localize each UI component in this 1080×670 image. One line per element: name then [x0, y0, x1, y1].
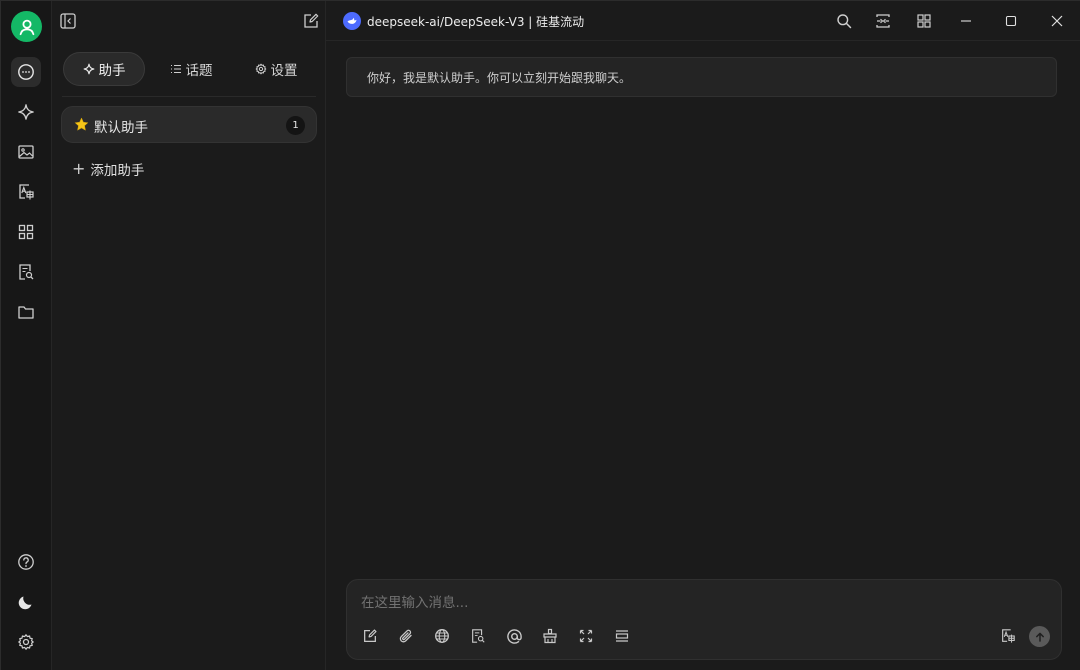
- sparkle-icon: [83, 63, 94, 75]
- user-icon: [19, 19, 34, 35]
- new-context-button[interactable]: [612, 626, 632, 646]
- rail-help-button[interactable]: [11, 547, 41, 577]
- grid-icon: [18, 224, 34, 240]
- translate-icon: [1002, 629, 1015, 643]
- arrow-up-icon: [1035, 632, 1044, 642]
- tab-label: 话题: [185, 63, 213, 79]
- icon-rail: [1, 1, 52, 670]
- search-icon: [837, 14, 852, 29]
- list-icon: [170, 64, 181, 74]
- user-avatar[interactable]: [11, 11, 42, 42]
- file-search-icon: [19, 264, 34, 280]
- plus-icon: +: [72, 159, 86, 178]
- gear-icon: [18, 634, 34, 650]
- tab-label: 设置: [270, 63, 298, 79]
- folder-icon: [18, 306, 34, 319]
- minimize-icon: [961, 20, 971, 22]
- sidebar-tabs: 助手 话题 设置: [62, 52, 316, 86]
- file-search-icon: [472, 629, 485, 643]
- rail-apps-button[interactable]: [11, 217, 41, 247]
- grid-icon: [917, 14, 931, 28]
- sidebar-header: [52, 1, 326, 41]
- star-icon: [74, 117, 89, 131]
- translate-input-button[interactable]: [998, 626, 1018, 646]
- fit-width-icon: [876, 14, 890, 28]
- attach-button[interactable]: [396, 626, 416, 646]
- mention-model-button[interactable]: [504, 626, 524, 646]
- rail-image-button[interactable]: [11, 137, 41, 167]
- at-sign-icon: [506, 628, 522, 644]
- message-text: 你好，我是默认助手。你可以立刻开始跟我聊天。: [367, 70, 632, 85]
- send-button[interactable]: [1029, 626, 1050, 647]
- model-selector[interactable]: deepseek-ai/DeepSeek-V3 | 硅基流动: [343, 12, 584, 30]
- assistant-label: 默认助手: [94, 120, 148, 136]
- new-topic-button[interactable]: [299, 9, 323, 33]
- tab-label: 助手: [98, 63, 126, 79]
- help-icon: [18, 554, 34, 570]
- layout-button[interactable]: [912, 9, 936, 33]
- chat-topbar: deepseek-ai/DeepSeek-V3 | 硅基流动: [326, 1, 1080, 41]
- assistant-item-default[interactable]: 默认助手 1: [61, 106, 317, 143]
- broom-icon: [543, 628, 557, 644]
- rail-theme-button[interactable]: [11, 587, 41, 617]
- maximize-icon: [1005, 15, 1017, 27]
- message-input[interactable]: [361, 592, 1041, 614]
- rail-chat-button[interactable]: [11, 57, 41, 87]
- assistant-sidebar: 助手 话题 设置 默认助手 1 + 添加助手: [52, 1, 326, 670]
- edit-icon: [304, 13, 319, 28]
- web-search-button[interactable]: [432, 626, 452, 646]
- close-icon: [1051, 15, 1063, 27]
- paperclip-icon: [399, 629, 412, 643]
- expand-icon: [579, 629, 593, 643]
- rail-settings-button[interactable]: [11, 627, 41, 657]
- rail-files-button[interactable]: [11, 297, 41, 327]
- narrow-mode-button[interactable]: [871, 9, 895, 33]
- chat-main: deepseek-ai/DeepSeek-V3 | 硅基流动 你好，我是默认助手…: [326, 1, 1080, 670]
- gear-icon: [255, 63, 266, 75]
- sidebar-collapse-icon: [60, 13, 76, 29]
- toggle-sidebar-button[interactable]: [56, 9, 80, 33]
- divider: [62, 96, 316, 97]
- rail-knowledge-button[interactable]: [11, 257, 41, 287]
- rail-translate-button[interactable]: [11, 177, 41, 207]
- edit-icon: [364, 629, 377, 642]
- expand-input-button[interactable]: [576, 626, 596, 646]
- maximize-button[interactable]: [999, 9, 1023, 33]
- add-assistant-label: 添加助手: [90, 163, 145, 179]
- new-topic-tool-button[interactable]: [360, 626, 380, 646]
- moon-icon: [18, 596, 32, 610]
- deepseek-logo-icon: [343, 12, 361, 30]
- translate-icon: [19, 184, 34, 200]
- rail-agents-button[interactable]: [11, 97, 41, 127]
- add-assistant-button[interactable]: + 添加助手: [72, 158, 144, 180]
- minimize-button[interactable]: [954, 9, 978, 33]
- knowledge-base-button[interactable]: [468, 626, 488, 646]
- image-icon: [18, 145, 34, 159]
- tab-settings[interactable]: 设置: [242, 52, 310, 86]
- topic-count-badge: 1: [286, 116, 305, 135]
- clear-context-button[interactable]: [540, 626, 560, 646]
- divider-icon: [615, 630, 629, 642]
- sparkle-icon: [18, 104, 34, 120]
- model-label: deepseek-ai/DeepSeek-V3 | 硅基流动: [367, 14, 585, 29]
- assistant-greeting-message: 你好，我是默认助手。你可以立刻开始跟我聊天。: [346, 57, 1057, 97]
- tab-assistants[interactable]: 助手: [63, 52, 145, 86]
- app-window: 助手 话题 设置 默认助手 1 + 添加助手 deepseek-ai/DeepS…: [0, 0, 1080, 670]
- close-button[interactable]: [1045, 9, 1069, 33]
- tab-topics[interactable]: 话题: [157, 52, 225, 86]
- search-button[interactable]: [832, 9, 856, 33]
- message-composer: [346, 579, 1062, 660]
- globe-icon: [435, 629, 449, 643]
- chat-bubble-icon: [18, 64, 34, 80]
